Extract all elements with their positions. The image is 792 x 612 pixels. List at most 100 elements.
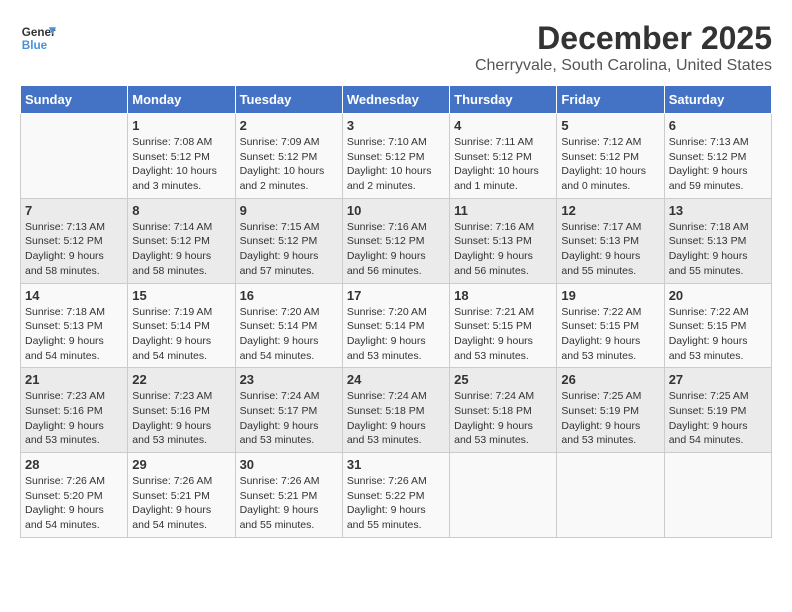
calendar-cell: 3 Sunrise: 7:10 AM Sunset: 5:12 PM Daylig…	[342, 114, 449, 199]
month-year-title: December 2025	[475, 20, 772, 57]
header-row: SundayMondayTuesdayWednesdayThursdayFrid…	[21, 86, 772, 114]
day-number: 27	[669, 372, 767, 387]
calendar-cell: 24 Sunrise: 7:24 AM Sunset: 5:18 PM Dayli…	[342, 368, 449, 453]
week-row-4: 21Sunrise: 7:23 AM Sunset: 5:16 PM Dayli…	[21, 368, 772, 453]
title-block: December 2025 Cherryvale, South Carolina…	[475, 20, 772, 75]
day-number: 7	[25, 203, 123, 218]
calendar-cell: 25Sunrise: 7:24 AM Sunset: 5:18 PM Dayli…	[450, 368, 557, 453]
day-number: 29	[132, 457, 230, 472]
page-header: General Blue December 2025 Cherryvale, S…	[20, 20, 772, 75]
day-detail: Sunrise: 7:25 AM Sunset: 5:19 PM Dayligh…	[561, 389, 659, 448]
day-number: 28	[25, 457, 123, 472]
calendar-cell: 8 Sunrise: 7:14 AM Sunset: 5:12 PM Daylig…	[128, 198, 235, 283]
day-number: 16	[240, 288, 338, 303]
calendar-cell	[450, 453, 557, 538]
day-detail: Sunrise: 7:26 AM Sunset: 5:21 PM Dayligh…	[240, 474, 338, 533]
day-number: 26	[561, 372, 659, 387]
calendar-cell: 27 Sunrise: 7:25 AM Sunset: 5:19 PM Dayli…	[664, 368, 771, 453]
day-number: 2	[240, 118, 338, 133]
day-number: 4	[454, 118, 552, 133]
calendar-cell: 12 Sunrise: 7:17 AM Sunset: 5:13 PM Dayli…	[557, 198, 664, 283]
day-number: 14	[25, 288, 123, 303]
calendar-cell: 17 Sunrise: 7:20 AM Sunset: 5:14 PM Dayli…	[342, 283, 449, 368]
day-detail: Sunrise: 7:16 AM Sunset: 5:12 PM Dayligh…	[347, 220, 445, 279]
day-detail: Sunrise: 7:26 AM Sunset: 5:21 PM Dayligh…	[132, 474, 230, 533]
calendar-cell: 29 Sunrise: 7:26 AM Sunset: 5:21 PM Dayli…	[128, 453, 235, 538]
day-number: 8	[132, 203, 230, 218]
day-detail: Sunrise: 7:17 AM Sunset: 5:13 PM Dayligh…	[561, 220, 659, 279]
calendar-cell	[557, 453, 664, 538]
day-number: 12	[561, 203, 659, 218]
logo-icon: General Blue	[20, 20, 56, 56]
day-detail: Sunrise: 7:12 AM Sunset: 5:12 PM Dayligh…	[561, 135, 659, 194]
day-number: 24	[347, 372, 445, 387]
day-header-thursday: Thursday	[450, 86, 557, 114]
day-number: 22	[132, 372, 230, 387]
day-detail: Sunrise: 7:16 AM Sunset: 5:13 PM Dayligh…	[454, 220, 552, 279]
calendar-cell: 7 Sunrise: 7:13 AM Sunset: 5:12 PM Daylig…	[21, 198, 128, 283]
calendar-cell: 16 Sunrise: 7:20 AM Sunset: 5:14 PM Dayli…	[235, 283, 342, 368]
calendar-cell: 23 Sunrise: 7:24 AM Sunset: 5:17 PM Dayli…	[235, 368, 342, 453]
day-number: 13	[669, 203, 767, 218]
location-subtitle: Cherryvale, South Carolina, United State…	[475, 57, 772, 75]
calendar-cell: 14 Sunrise: 7:18 AM Sunset: 5:13 PM Dayli…	[21, 283, 128, 368]
day-detail: Sunrise: 7:13 AM Sunset: 5:12 PM Dayligh…	[25, 220, 123, 279]
day-number: 10	[347, 203, 445, 218]
logo: General Blue	[20, 20, 56, 56]
day-detail: Sunrise: 7:23 AM Sunset: 5:16 PM Dayligh…	[132, 389, 230, 448]
day-detail: Sunrise: 7:08 AM Sunset: 5:12 PM Dayligh…	[132, 135, 230, 194]
day-header-saturday: Saturday	[664, 86, 771, 114]
day-number: 1	[132, 118, 230, 133]
day-detail: Sunrise: 7:10 AM Sunset: 5:12 PM Dayligh…	[347, 135, 445, 194]
day-number: 9	[240, 203, 338, 218]
day-detail: Sunrise: 7:22 AM Sunset: 5:15 PM Dayligh…	[561, 305, 659, 364]
day-detail: Sunrise: 7:24 AM Sunset: 5:17 PM Dayligh…	[240, 389, 338, 448]
day-header-tuesday: Tuesday	[235, 86, 342, 114]
day-number: 19	[561, 288, 659, 303]
calendar-cell: 18 Sunrise: 7:21 AM Sunset: 5:15 PM Dayli…	[450, 283, 557, 368]
day-number: 23	[240, 372, 338, 387]
calendar-cell: 26 Sunrise: 7:25 AM Sunset: 5:19 PM Dayli…	[557, 368, 664, 453]
day-detail: Sunrise: 7:24 AM Sunset: 5:18 PM Dayligh…	[347, 389, 445, 448]
calendar-cell: 10 Sunrise: 7:16 AM Sunset: 5:12 PM Dayli…	[342, 198, 449, 283]
calendar-cell: 20Sunrise: 7:22 AM Sunset: 5:15 PM Dayli…	[664, 283, 771, 368]
day-detail: Sunrise: 7:18 AM Sunset: 5:13 PM Dayligh…	[669, 220, 767, 279]
week-row-3: 14 Sunrise: 7:18 AM Sunset: 5:13 PM Dayli…	[21, 283, 772, 368]
day-detail: Sunrise: 7:19 AM Sunset: 5:14 PM Dayligh…	[132, 305, 230, 364]
day-detail: Sunrise: 7:13 AM Sunset: 5:12 PM Dayligh…	[669, 135, 767, 194]
calendar-cell: 15 Sunrise: 7:19 AM Sunset: 5:14 PM Dayli…	[128, 283, 235, 368]
day-number: 18	[454, 288, 552, 303]
day-number: 31	[347, 457, 445, 472]
calendar-cell	[21, 114, 128, 199]
calendar-cell: 2 Sunrise: 7:09 AM Sunset: 5:12 PM Daylig…	[235, 114, 342, 199]
svg-text:Blue: Blue	[22, 39, 48, 52]
day-detail: Sunrise: 7:14 AM Sunset: 5:12 PM Dayligh…	[132, 220, 230, 279]
day-detail: Sunrise: 7:20 AM Sunset: 5:14 PM Dayligh…	[347, 305, 445, 364]
day-number: 15	[132, 288, 230, 303]
calendar-cell	[664, 453, 771, 538]
day-header-friday: Friday	[557, 86, 664, 114]
day-detail: Sunrise: 7:15 AM Sunset: 5:12 PM Dayligh…	[240, 220, 338, 279]
calendar-cell: 19 Sunrise: 7:22 AM Sunset: 5:15 PM Dayli…	[557, 283, 664, 368]
calendar-cell: 28Sunrise: 7:26 AM Sunset: 5:20 PM Dayli…	[21, 453, 128, 538]
day-detail: Sunrise: 7:18 AM Sunset: 5:13 PM Dayligh…	[25, 305, 123, 364]
calendar-cell: 5 Sunrise: 7:12 AM Sunset: 5:12 PM Daylig…	[557, 114, 664, 199]
week-row-5: 28Sunrise: 7:26 AM Sunset: 5:20 PM Dayli…	[21, 453, 772, 538]
day-detail: Sunrise: 7:25 AM Sunset: 5:19 PM Dayligh…	[669, 389, 767, 448]
calendar-cell: 9 Sunrise: 7:15 AM Sunset: 5:12 PM Daylig…	[235, 198, 342, 283]
day-number: 30	[240, 457, 338, 472]
day-number: 5	[561, 118, 659, 133]
day-detail: Sunrise: 7:20 AM Sunset: 5:14 PM Dayligh…	[240, 305, 338, 364]
day-number: 17	[347, 288, 445, 303]
day-detail: Sunrise: 7:23 AM Sunset: 5:16 PM Dayligh…	[25, 389, 123, 448]
calendar-cell: 4Sunrise: 7:11 AM Sunset: 5:12 PM Daylig…	[450, 114, 557, 199]
day-detail: Sunrise: 7:22 AM Sunset: 5:15 PM Dayligh…	[669, 305, 767, 364]
day-detail: Sunrise: 7:21 AM Sunset: 5:15 PM Dayligh…	[454, 305, 552, 364]
calendar-cell: 11Sunrise: 7:16 AM Sunset: 5:13 PM Dayli…	[450, 198, 557, 283]
calendar-cell: 22 Sunrise: 7:23 AM Sunset: 5:16 PM Dayli…	[128, 368, 235, 453]
day-number: 6	[669, 118, 767, 133]
day-header-wednesday: Wednesday	[342, 86, 449, 114]
day-header-sunday: Sunday	[21, 86, 128, 114]
day-number: 3	[347, 118, 445, 133]
day-detail: Sunrise: 7:09 AM Sunset: 5:12 PM Dayligh…	[240, 135, 338, 194]
